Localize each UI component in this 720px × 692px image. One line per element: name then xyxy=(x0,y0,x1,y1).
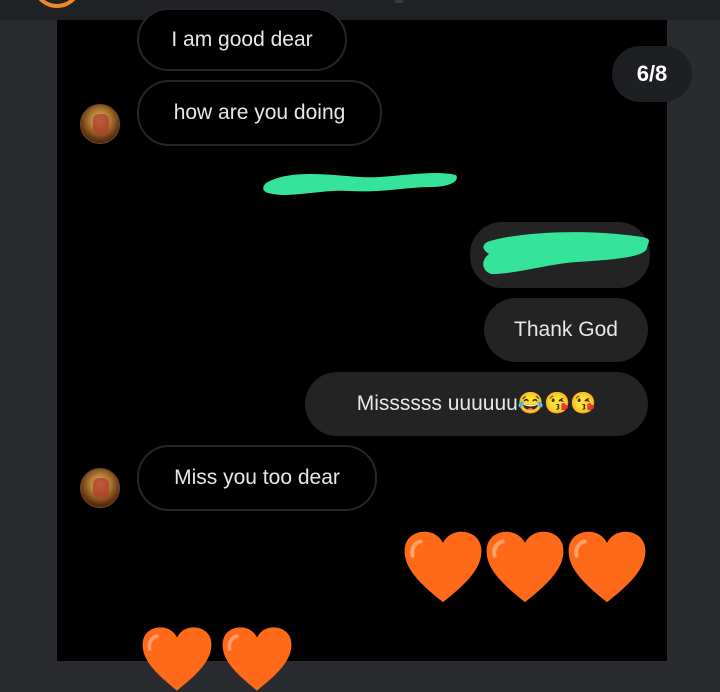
page-counter-text: 6/8 xyxy=(636,61,668,86)
message-text: I am good dear xyxy=(171,27,313,51)
redaction-scribble xyxy=(263,173,457,195)
image-page-counter: 6/8 xyxy=(612,46,692,102)
contact-avatar xyxy=(80,104,120,144)
message-text: Miss you too dear xyxy=(174,466,340,489)
outgoing-message-bubble: Thank God xyxy=(484,298,648,362)
incoming-message-bubble: I am good dear xyxy=(137,8,347,71)
app-logo xyxy=(32,0,82,8)
orange-heart-icon xyxy=(486,531,564,603)
heart-reactions-row xyxy=(141,626,293,692)
orange-heart-icon xyxy=(222,627,292,691)
outgoing-message-bubble: Missssss uuuuuu😂😘😘 xyxy=(305,372,648,436)
chat-screenshot: I am good dear how are you doing Thank G… xyxy=(57,8,667,691)
message-text: Thank God xyxy=(514,318,618,341)
orange-heart-icon xyxy=(404,531,482,603)
redaction-scribble xyxy=(483,232,649,274)
orange-heart-icon xyxy=(142,627,212,691)
message-text: Missssss uuuuuu😂😘😘 xyxy=(356,392,597,415)
heart-reactions-row xyxy=(403,530,647,604)
incoming-message-bubble: Miss you too dear xyxy=(137,445,377,511)
message-text: how are you doing xyxy=(173,101,346,124)
incoming-message-bubble: how are you doing xyxy=(137,80,382,146)
top-bar-fragment xyxy=(395,0,403,3)
contact-avatar xyxy=(80,468,120,508)
orange-heart-icon xyxy=(568,531,646,603)
top-bar xyxy=(0,0,720,20)
